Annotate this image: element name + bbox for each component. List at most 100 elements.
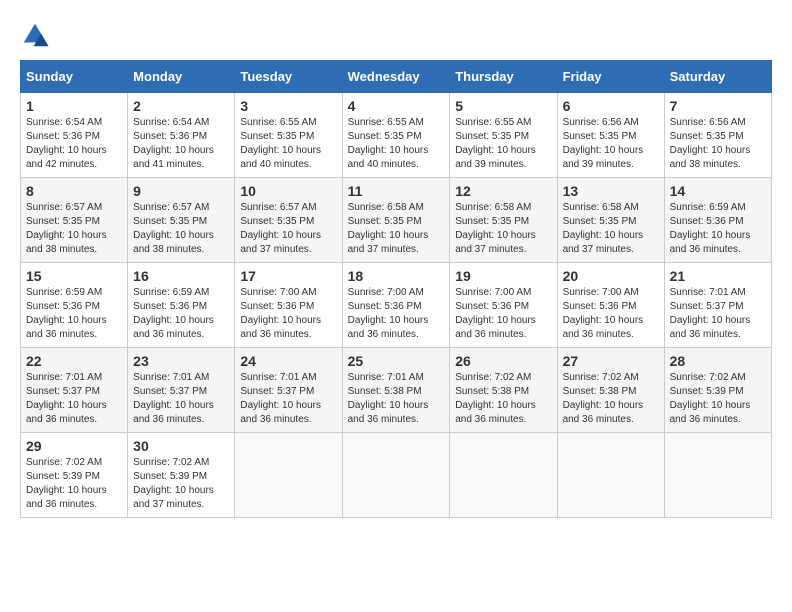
calendar-week-row: 8 Sunrise: 6:57 AM Sunset: 5:35 PM Dayli… <box>21 178 772 263</box>
day-info: Sunrise: 6:54 AM Sunset: 5:36 PM Dayligh… <box>133 116 229 172</box>
calendar-week-row: 29 Sunrise: 7:02 AM Sunset: 5:39 PM Dayl… <box>21 433 772 518</box>
day-number: 22 <box>26 353 122 369</box>
calendar-cell: 12 Sunrise: 6:58 AM Sunset: 5:35 PM Dayl… <box>450 178 557 263</box>
day-info: Sunrise: 7:02 AM Sunset: 5:38 PM Dayligh… <box>563 371 659 427</box>
calendar-cell: 6 Sunrise: 6:56 AM Sunset: 5:35 PM Dayli… <box>557 93 664 178</box>
calendar-cell: 15 Sunrise: 6:59 AM Sunset: 5:36 PM Dayl… <box>21 263 128 348</box>
day-info: Sunrise: 7:00 AM Sunset: 5:36 PM Dayligh… <box>348 286 445 342</box>
day-number: 27 <box>563 353 659 369</box>
day-info: Sunrise: 6:57 AM Sunset: 5:35 PM Dayligh… <box>133 201 229 257</box>
day-info: Sunrise: 7:01 AM Sunset: 5:37 PM Dayligh… <box>240 371 336 427</box>
weekday-header: Tuesday <box>235 61 342 93</box>
day-number: 30 <box>133 438 229 454</box>
day-number: 2 <box>133 98 229 114</box>
calendar-cell: 4 Sunrise: 6:55 AM Sunset: 5:35 PM Dayli… <box>342 93 450 178</box>
logo-icon <box>20 20 50 50</box>
weekday-header: Wednesday <box>342 61 450 93</box>
page-header <box>20 20 772 50</box>
calendar-cell <box>235 433 342 518</box>
calendar-cell: 11 Sunrise: 6:58 AM Sunset: 5:35 PM Dayl… <box>342 178 450 263</box>
calendar-cell: 26 Sunrise: 7:02 AM Sunset: 5:38 PM Dayl… <box>450 348 557 433</box>
day-info: Sunrise: 7:02 AM Sunset: 5:39 PM Dayligh… <box>133 456 229 512</box>
calendar-cell: 22 Sunrise: 7:01 AM Sunset: 5:37 PM Dayl… <box>21 348 128 433</box>
weekday-header: Saturday <box>664 61 771 93</box>
calendar-cell: 7 Sunrise: 6:56 AM Sunset: 5:35 PM Dayli… <box>664 93 771 178</box>
day-number: 29 <box>26 438 122 454</box>
calendar-cell: 10 Sunrise: 6:57 AM Sunset: 5:35 PM Dayl… <box>235 178 342 263</box>
day-number: 20 <box>563 268 659 284</box>
day-number: 23 <box>133 353 229 369</box>
day-number: 10 <box>240 183 336 199</box>
calendar-cell: 20 Sunrise: 7:00 AM Sunset: 5:36 PM Dayl… <box>557 263 664 348</box>
day-number: 11 <box>348 183 445 199</box>
day-number: 6 <box>563 98 659 114</box>
calendar-cell: 16 Sunrise: 6:59 AM Sunset: 5:36 PM Dayl… <box>128 263 235 348</box>
calendar-cell: 13 Sunrise: 6:58 AM Sunset: 5:35 PM Dayl… <box>557 178 664 263</box>
day-number: 9 <box>133 183 229 199</box>
day-number: 25 <box>348 353 445 369</box>
calendar-cell: 28 Sunrise: 7:02 AM Sunset: 5:39 PM Dayl… <box>664 348 771 433</box>
calendar-header-row: SundayMondayTuesdayWednesdayThursdayFrid… <box>21 61 772 93</box>
weekday-header: Monday <box>128 61 235 93</box>
weekday-header: Friday <box>557 61 664 93</box>
day-info: Sunrise: 6:54 AM Sunset: 5:36 PM Dayligh… <box>26 116 122 172</box>
calendar-cell: 25 Sunrise: 7:01 AM Sunset: 5:38 PM Dayl… <box>342 348 450 433</box>
day-info: Sunrise: 6:59 AM Sunset: 5:36 PM Dayligh… <box>670 201 766 257</box>
calendar-cell <box>557 433 664 518</box>
calendar-cell: 18 Sunrise: 7:00 AM Sunset: 5:36 PM Dayl… <box>342 263 450 348</box>
day-info: Sunrise: 7:01 AM Sunset: 5:37 PM Dayligh… <box>26 371 122 427</box>
day-info: Sunrise: 7:02 AM Sunset: 5:38 PM Dayligh… <box>455 371 551 427</box>
weekday-header: Sunday <box>21 61 128 93</box>
logo <box>20 20 54 50</box>
day-info: Sunrise: 6:55 AM Sunset: 5:35 PM Dayligh… <box>455 116 551 172</box>
day-number: 19 <box>455 268 551 284</box>
calendar-cell: 2 Sunrise: 6:54 AM Sunset: 5:36 PM Dayli… <box>128 93 235 178</box>
day-number: 12 <box>455 183 551 199</box>
day-number: 16 <box>133 268 229 284</box>
weekday-header: Thursday <box>450 61 557 93</box>
day-info: Sunrise: 7:00 AM Sunset: 5:36 PM Dayligh… <box>455 286 551 342</box>
day-info: Sunrise: 6:59 AM Sunset: 5:36 PM Dayligh… <box>133 286 229 342</box>
calendar-cell: 21 Sunrise: 7:01 AM Sunset: 5:37 PM Dayl… <box>664 263 771 348</box>
day-number: 15 <box>26 268 122 284</box>
day-info: Sunrise: 7:00 AM Sunset: 5:36 PM Dayligh… <box>563 286 659 342</box>
day-info: Sunrise: 6:58 AM Sunset: 5:35 PM Dayligh… <box>348 201 445 257</box>
day-number: 28 <box>670 353 766 369</box>
day-number: 21 <box>670 268 766 284</box>
calendar-cell: 8 Sunrise: 6:57 AM Sunset: 5:35 PM Dayli… <box>21 178 128 263</box>
calendar-cell <box>664 433 771 518</box>
day-info: Sunrise: 7:02 AM Sunset: 5:39 PM Dayligh… <box>26 456 122 512</box>
calendar-cell: 29 Sunrise: 7:02 AM Sunset: 5:39 PM Dayl… <box>21 433 128 518</box>
calendar-cell <box>342 433 450 518</box>
calendar-body: 1 Sunrise: 6:54 AM Sunset: 5:36 PM Dayli… <box>21 93 772 518</box>
day-number: 4 <box>348 98 445 114</box>
day-number: 24 <box>240 353 336 369</box>
day-number: 3 <box>240 98 336 114</box>
calendar-week-row: 22 Sunrise: 7:01 AM Sunset: 5:37 PM Dayl… <box>21 348 772 433</box>
calendar-week-row: 1 Sunrise: 6:54 AM Sunset: 5:36 PM Dayli… <box>21 93 772 178</box>
calendar-cell: 3 Sunrise: 6:55 AM Sunset: 5:35 PM Dayli… <box>235 93 342 178</box>
day-number: 14 <box>670 183 766 199</box>
day-info: Sunrise: 6:56 AM Sunset: 5:35 PM Dayligh… <box>563 116 659 172</box>
day-info: Sunrise: 6:59 AM Sunset: 5:36 PM Dayligh… <box>26 286 122 342</box>
day-info: Sunrise: 6:56 AM Sunset: 5:35 PM Dayligh… <box>670 116 766 172</box>
day-info: Sunrise: 6:58 AM Sunset: 5:35 PM Dayligh… <box>563 201 659 257</box>
calendar-cell: 24 Sunrise: 7:01 AM Sunset: 5:37 PM Dayl… <box>235 348 342 433</box>
day-info: Sunrise: 7:01 AM Sunset: 5:38 PM Dayligh… <box>348 371 445 427</box>
day-info: Sunrise: 7:00 AM Sunset: 5:36 PM Dayligh… <box>240 286 336 342</box>
calendar-table: SundayMondayTuesdayWednesdayThursdayFrid… <box>20 60 772 518</box>
calendar-cell: 9 Sunrise: 6:57 AM Sunset: 5:35 PM Dayli… <box>128 178 235 263</box>
day-info: Sunrise: 6:57 AM Sunset: 5:35 PM Dayligh… <box>240 201 336 257</box>
calendar-cell: 23 Sunrise: 7:01 AM Sunset: 5:37 PM Dayl… <box>128 348 235 433</box>
calendar-cell <box>450 433 557 518</box>
day-number: 1 <box>26 98 122 114</box>
day-info: Sunrise: 6:57 AM Sunset: 5:35 PM Dayligh… <box>26 201 122 257</box>
day-info: Sunrise: 7:01 AM Sunset: 5:37 PM Dayligh… <box>133 371 229 427</box>
day-number: 5 <box>455 98 551 114</box>
day-info: Sunrise: 7:02 AM Sunset: 5:39 PM Dayligh… <box>670 371 766 427</box>
day-info: Sunrise: 6:55 AM Sunset: 5:35 PM Dayligh… <box>348 116 445 172</box>
day-number: 13 <box>563 183 659 199</box>
day-number: 8 <box>26 183 122 199</box>
day-number: 18 <box>348 268 445 284</box>
calendar-cell: 5 Sunrise: 6:55 AM Sunset: 5:35 PM Dayli… <box>450 93 557 178</box>
